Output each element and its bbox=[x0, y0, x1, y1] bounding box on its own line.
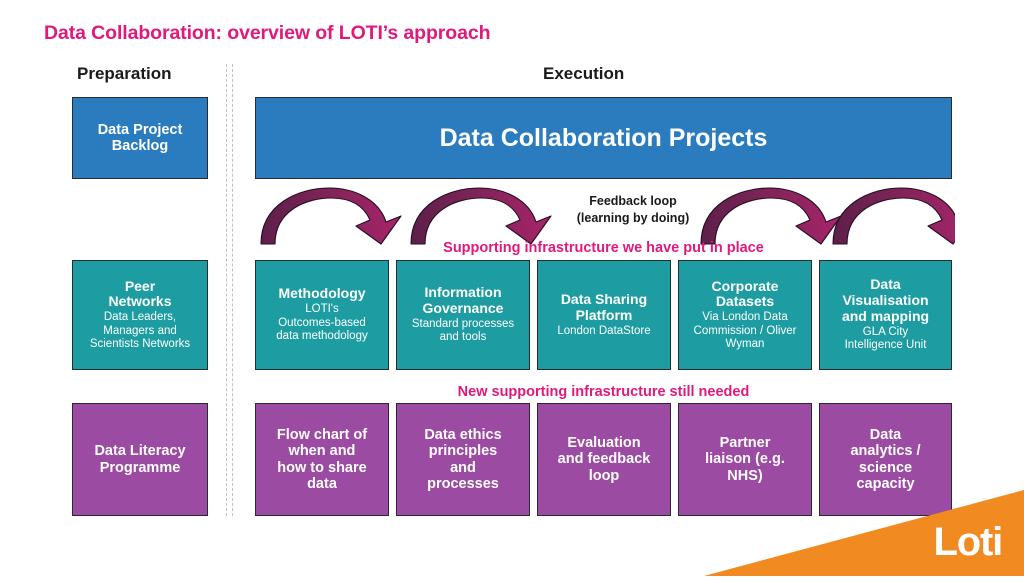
card-title: Partner liaison (e.g. NHS) bbox=[705, 434, 785, 484]
card-data-analytics-capacity[interactable]: Data analytics / science capacity bbox=[819, 403, 952, 516]
loti-logo: Loti bbox=[933, 520, 1003, 564]
feedback-loop-label: Feedback loop (learning by doing) bbox=[533, 193, 733, 226]
card-subtitle: LOTI's Outcomes-based data methodology bbox=[276, 303, 368, 343]
card-data-literacy-programme[interactable]: Data Literacy Programme bbox=[72, 403, 208, 516]
card-data-project-backlog[interactable]: Data Project Backlog bbox=[72, 97, 208, 179]
page-title: Data Collaboration: overview of LOTI’s a… bbox=[44, 22, 491, 44]
section-divider-line-right bbox=[232, 64, 233, 516]
card-title: Evaluation and feedback loop bbox=[557, 434, 651, 484]
caption-existing-infrastructure: Supporting infrastructure we have put in… bbox=[443, 240, 764, 256]
card-evaluation-feedback-loop[interactable]: Evaluation and feedback loop bbox=[537, 403, 671, 516]
card-data-collaboration-projects[interactable]: Data Collaboration Projects bbox=[255, 97, 952, 179]
card-data-sharing-platform[interactable]: Data Sharing Platform London DataStore bbox=[537, 260, 671, 370]
feedback-loop-line-1: Feedback loop bbox=[589, 194, 677, 208]
card-subtitle: Data Leaders, Managers and Scientists Ne… bbox=[89, 311, 191, 351]
section-divider-line-left bbox=[226, 64, 227, 516]
card-title: Information Governance bbox=[422, 284, 504, 317]
column-header-preparation: Preparation bbox=[77, 64, 172, 83]
card-title: Methodology bbox=[278, 285, 366, 302]
card-partner-liaison[interactable]: Partner liaison (e.g. NHS) bbox=[678, 403, 812, 516]
curved-arrow-icon bbox=[260, 187, 402, 245]
card-peer-networks[interactable]: Peer Networks Data Leaders, Managers and… bbox=[72, 260, 208, 370]
card-corporate-datasets[interactable]: Corporate Datasets Via London Data Commi… bbox=[678, 260, 812, 370]
card-title: Corporate Datasets bbox=[711, 277, 779, 310]
card-methodology[interactable]: Methodology LOTI's Outcomes-based data m… bbox=[255, 260, 389, 370]
card-data-ethics[interactable]: Data ethics principles and processes bbox=[396, 403, 530, 516]
card-subtitle: London DataStore bbox=[557, 324, 651, 337]
hero-label: Data Collaboration Projects bbox=[439, 123, 768, 152]
card-information-governance[interactable]: Information Governance Standard processe… bbox=[396, 260, 530, 370]
caption-needed-infrastructure: New supporting infrastructure still need… bbox=[457, 384, 750, 400]
card-subtitle: Via London Data Commission / Oliver Wyma… bbox=[693, 311, 797, 351]
card-title: Data Visualisation and mapping bbox=[841, 276, 930, 324]
card-subtitle: GLA City Intelligence Unit bbox=[844, 325, 927, 352]
card-title: Data Sharing Platform bbox=[560, 290, 648, 323]
column-header-execution: Execution bbox=[543, 64, 625, 83]
card-title: Data ethics principles and processes bbox=[424, 426, 502, 492]
curved-arrow-icon bbox=[832, 187, 955, 245]
card-title: Data Project Backlog bbox=[97, 121, 183, 154]
card-title: Peer Networks bbox=[108, 277, 172, 310]
card-data-visualisation-and-mapping[interactable]: Data Visualisation and mapping GLA City … bbox=[819, 260, 952, 370]
curved-arrow-icon bbox=[410, 187, 552, 245]
slide-canvas: Data Collaboration: overview of LOTI’s a… bbox=[0, 0, 1024, 576]
feedback-loop-line-2: (learning by doing) bbox=[576, 210, 690, 225]
card-title: Flow chart of when and how to share data bbox=[276, 426, 368, 492]
card-flow-chart-sharing[interactable]: Flow chart of when and how to share data bbox=[255, 403, 389, 516]
card-title: Data Literacy Programme bbox=[94, 443, 186, 476]
card-title: Data analytics / science capacity bbox=[850, 426, 921, 492]
card-subtitle: Standard processes and tools bbox=[411, 317, 515, 344]
